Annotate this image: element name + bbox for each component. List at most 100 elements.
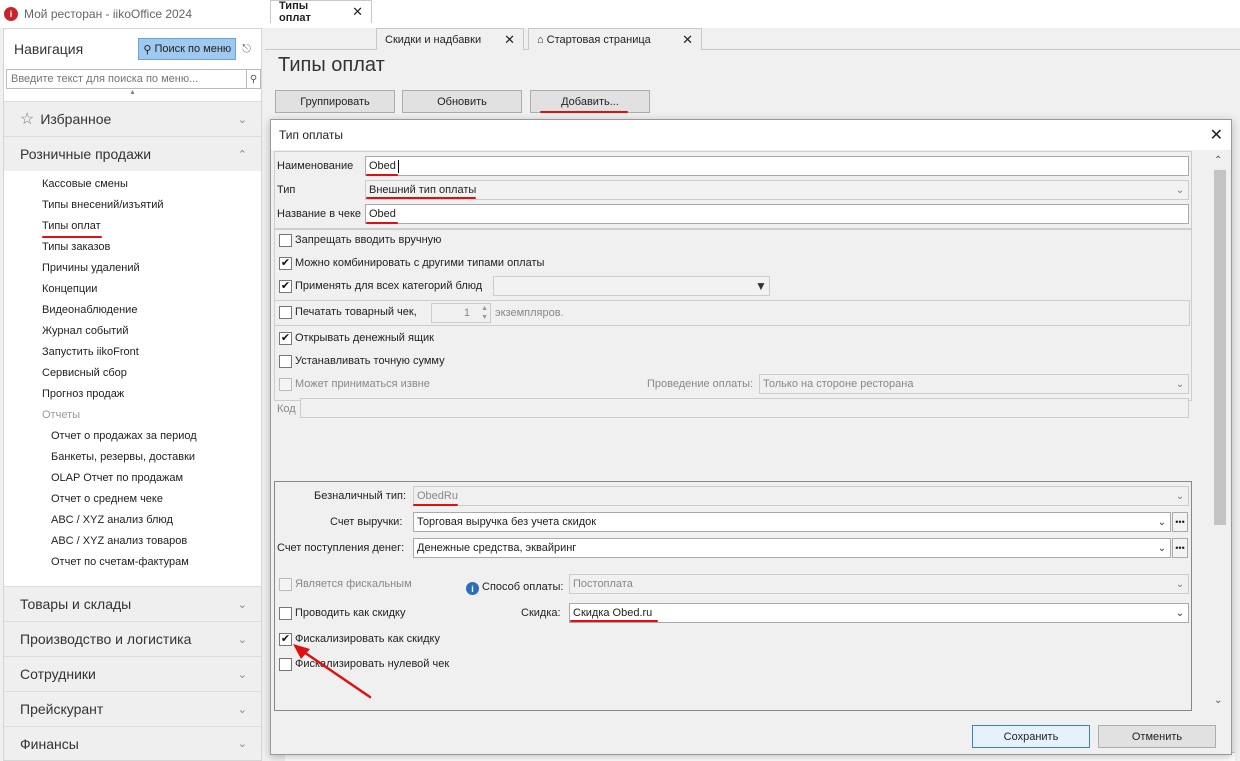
section-finance[interactable]: Финансы ⌄ <box>4 726 261 760</box>
print-receipt-checkbox[interactable] <box>279 306 292 319</box>
nav-item-order-types[interactable]: Типы заказов <box>42 237 110 258</box>
nav-item-report-olap[interactable]: OLAP Отчет по продажам <box>51 468 183 489</box>
nav-item-report-abc-dishes[interactable]: ABC / XYZ анализ блюд <box>51 510 173 531</box>
nav-item-report-banquets[interactable]: Банкеты, резервы, доставки <box>51 447 195 468</box>
close-icon[interactable]: ✕ <box>1210 125 1223 145</box>
fiscal-checkbox[interactable] <box>279 578 292 591</box>
add-button[interactable]: Добавить... <box>530 90 650 113</box>
splitter-grip-icon[interactable]: ▲ <box>129 89 136 96</box>
nav-item-launch-front[interactable]: Запустить iikoFront <box>42 342 139 363</box>
scrollbar-thumb[interactable] <box>1214 170 1226 525</box>
copies-stepper[interactable]: 1 ▲ ▼ <box>431 303 491 323</box>
revenue-account-label: Счет выручки: <box>330 516 403 528</box>
scroll-up-icon[interactable]: ⌃ <box>1214 155 1222 166</box>
nav-item-delete-reasons[interactable]: Причины удалений <box>42 258 140 279</box>
pin-icon[interactable]: ⎋ <box>242 43 251 56</box>
menu-search-label: Поиск по меню <box>154 43 232 55</box>
nav-item-report-invoices[interactable]: Отчет по счетам-фактурам <box>51 552 189 573</box>
refresh-button[interactable]: Обновить <box>402 90 522 113</box>
money-account-label: Счет поступления денег: <box>277 542 405 554</box>
section-label: Сотрудники <box>20 666 96 682</box>
exact-sum-label: Устанавливать точную сумму <box>295 355 445 367</box>
as-discount-label: Проводить как скидку <box>295 607 406 619</box>
section-staff[interactable]: Сотрудники ⌄ <box>4 656 261 691</box>
as-discount-checkbox[interactable] <box>279 607 292 620</box>
nav-item-deposit-types[interactable]: Типы внесений/изъятий <box>42 195 163 216</box>
nav-item-report-abc-goods[interactable]: ABC / XYZ анализ товаров <box>51 531 187 552</box>
nav-item-report-sales[interactable]: Отчет о продажах за период <box>51 426 197 447</box>
nav-item-concepts[interactable]: Концепции <box>42 279 97 300</box>
section-favorites[interactable]: ☆ Избранное ⌄ <box>4 101 261 136</box>
money-account-select[interactable]: Денежные средства, эквайринг ⌄ <box>413 538 1171 558</box>
all-categories-checkbox[interactable]: ✔ <box>279 280 292 293</box>
chevron-down-icon: ⌄ <box>237 668 247 681</box>
section-pricelist[interactable]: Прейскурант ⌄ <box>4 691 261 726</box>
nav-item-report-avg-check[interactable]: Отчет о среднем чеке <box>51 489 163 510</box>
revenue-account-value: Торговая выручка без учета скидок <box>417 516 597 528</box>
window-titlebar: i Мой ресторан - iikoOffice 2024 <box>0 0 1240 28</box>
search-clear-icon[interactable]: ⚲ <box>247 69 261 89</box>
nav-item-payment-types[interactable]: Типы оплат <box>42 216 101 237</box>
nav-item-event-log[interactable]: Журнал событий <box>42 321 128 342</box>
nav-item-cash-shifts[interactable]: Кассовые смены <box>42 174 128 195</box>
section-label: Розничные продажи <box>20 146 152 162</box>
payment-method-label: Способ оплаты: <box>482 581 564 593</box>
close-icon[interactable]: ✕ <box>682 32 693 48</box>
section-retail[interactable]: Розничные продажи ⌃ <box>4 136 261 171</box>
star-icon: ☆ <box>20 111 35 128</box>
noncash-select[interactable]: ObedRu ⌄ <box>413 486 1189 506</box>
tab-start-page[interactable]: ⌂ Стартовая страница ✕ <box>528 28 702 50</box>
exact-sum-checkbox[interactable] <box>279 355 292 368</box>
cancel-button[interactable]: Отменить <box>1098 725 1216 748</box>
discount-select[interactable]: Скидка Obed.ru ⌄ <box>569 603 1189 623</box>
window-title: Мой ресторан - iikoOffice 2024 <box>24 7 193 21</box>
nav-item-sales-forecast[interactable]: Прогноз продаж <box>42 384 124 405</box>
nav-item-service-charge[interactable]: Сервисный сбор <box>42 363 127 384</box>
code-input[interactable] <box>300 398 1189 418</box>
annotation-underline <box>366 197 476 199</box>
type-select[interactable]: Внешний тип оплаты ⌄ <box>365 180 1189 200</box>
close-icon[interactable]: ✕ <box>504 32 515 48</box>
receipt-name-input[interactable]: Obed <box>365 204 1189 224</box>
discount-value: Скидка Obed.ru <box>573 607 653 619</box>
section-label: Товары и склады <box>20 596 132 612</box>
combine-checkbox[interactable]: ✔ <box>279 257 292 270</box>
nav-item-video[interactable]: Видеонаблюдение <box>42 300 137 321</box>
processing-label: Проведение оплаты: <box>647 378 754 390</box>
discount-label: Скидка: <box>521 607 561 619</box>
revenue-account-more-button[interactable]: ••• <box>1172 512 1188 532</box>
revenue-account-select[interactable]: Торговая выручка без учета скидок ⌄ <box>413 512 1171 532</box>
tab-label: Скидки и надбавки <box>385 33 482 46</box>
money-account-more-button[interactable]: ••• <box>1172 538 1188 558</box>
forbid-manual-checkbox[interactable] <box>279 234 292 247</box>
name-input[interactable]: Obed <box>365 156 1189 176</box>
tab-label: Типы оплат <box>279 0 311 24</box>
chevron-down-icon: ⌄ <box>237 113 247 126</box>
section-production[interactable]: Производство и логистика ⌄ <box>4 621 261 656</box>
external-checkbox[interactable] <box>279 378 292 391</box>
group-button[interactable]: Группировать <box>275 90 395 113</box>
section-label: Прейскурант <box>20 701 104 717</box>
payment-method-select[interactable]: Постоплата ⌄ <box>569 574 1189 594</box>
open-drawer-checkbox[interactable]: ✔ <box>279 332 292 345</box>
section-goods[interactable]: Товары и склады ⌄ <box>4 586 261 621</box>
stepper-arrows-icon[interactable]: ▲ ▼ <box>481 304 488 322</box>
close-icon[interactable]: ✕ <box>352 4 363 20</box>
menu-search-input[interactable] <box>6 69 247 89</box>
chevron-down-icon: ⌄ <box>1175 607 1185 619</box>
processing-select[interactable]: Только на стороне ресторана ⌄ <box>759 374 1189 394</box>
tab-label: Стартовая страница <box>546 33 651 46</box>
copies-label: экземпляров. <box>495 307 564 319</box>
scroll-down-icon[interactable]: ⌄ <box>1214 695 1222 706</box>
app-logo-icon: i <box>4 7 18 21</box>
tab-payment-types[interactable]: Типы оплат ✕ <box>270 0 372 24</box>
categories-select[interactable]: ▼ <box>493 276 770 296</box>
type-value: Внешний тип оплаты <box>369 184 477 196</box>
menu-search-button[interactable]: ⚲ Поиск по меню <box>138 38 237 60</box>
info-icon: i <box>466 582 479 595</box>
save-button[interactable]: Сохранить <box>972 725 1090 748</box>
chevron-up-icon: ⌃ <box>237 148 247 161</box>
tab-discounts[interactable]: Скидки и надбавки ✕ <box>376 28 524 50</box>
page-title: Типы оплат <box>278 54 385 76</box>
home-icon: ⌂ <box>537 33 544 46</box>
